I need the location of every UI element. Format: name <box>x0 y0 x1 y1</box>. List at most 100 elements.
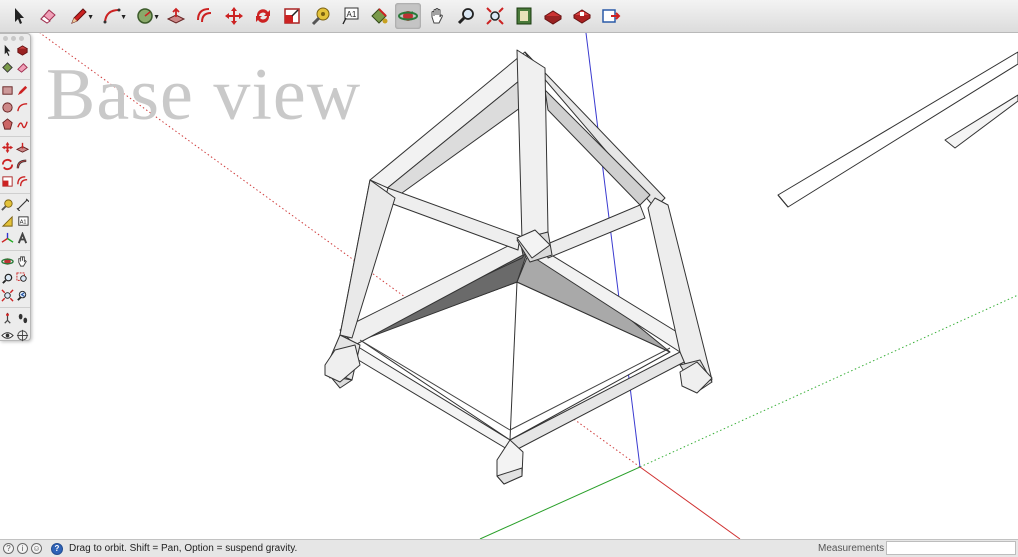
palette-rotate-tool[interactable] <box>0 156 15 172</box>
palette-arc-tool[interactable] <box>15 99 30 115</box>
move-icon <box>225 7 243 25</box>
arc-icon <box>103 8 121 24</box>
line-tool-button[interactable]: ▼ <box>64 3 94 29</box>
large-tool-set-palette: A1 <box>0 33 31 341</box>
text-tool-button[interactable]: A1 <box>337 3 363 29</box>
circle-icon <box>2 101 13 113</box>
pencil-icon <box>17 85 28 95</box>
status-bar: ? i ☺ ? Drag to orbit. Shift = Pan, Opti… <box>0 539 1018 557</box>
move-icon <box>1 141 14 153</box>
palette-previous-view-tool[interactable] <box>15 287 30 303</box>
palette-rectangle-tool[interactable] <box>0 82 15 98</box>
help-icon[interactable]: ? <box>51 542 63 555</box>
arc-tool-button[interactable]: ▼ <box>97 3 127 29</box>
palette-position-camera-tool[interactable] <box>0 310 15 326</box>
palette-title-bar[interactable] <box>0 34 30 42</box>
palette-freehand-tool[interactable] <box>15 116 30 132</box>
rectangle-icon <box>2 85 13 95</box>
zoom-tool-button[interactable] <box>453 3 479 29</box>
palette-paint-tool[interactable] <box>0 59 15 75</box>
palette-3d-text-tool[interactable] <box>15 230 30 246</box>
hand-icon <box>431 8 443 24</box>
palette-zoom-window-tool[interactable] <box>15 270 30 286</box>
select-tool-button[interactable] <box>6 3 32 29</box>
warehouse-tool-button[interactable] <box>511 3 537 29</box>
palette-text-tool-label: A1 <box>20 219 27 225</box>
palette-select-tool[interactable] <box>0 42 15 58</box>
credits-icon[interactable]: i <box>17 543 28 554</box>
orbit-tool-button[interactable] <box>395 3 421 29</box>
chevron-down-icon: ▼ <box>120 14 127 21</box>
palette-push-pull-tool[interactable] <box>15 139 30 155</box>
offset-icon <box>197 8 212 23</box>
freehand-icon <box>17 121 28 128</box>
watermark-title: Base view <box>46 54 362 136</box>
rotate-tool-button[interactable] <box>250 3 276 29</box>
share-model-tool-button[interactable] <box>540 3 566 29</box>
main-toolbar: ▼ ▼ ▼ A1 <box>0 0 1018 33</box>
move-tool-button[interactable] <box>221 3 247 29</box>
status-text: Drag to orbit. Shift = Pan, Option = sus… <box>69 543 298 554</box>
palette-make-component-tool[interactable] <box>15 42 30 58</box>
circle-icon <box>137 8 153 24</box>
section-plane-icon <box>16 329 29 341</box>
magnifier-icon <box>457 8 474 25</box>
shape-tool-button[interactable]: ▼ <box>130 3 160 29</box>
scale-tool-button[interactable] <box>279 3 305 29</box>
eye-icon <box>1 331 14 339</box>
measurements-input[interactable] <box>886 541 1016 555</box>
palette-pan-tool[interactable] <box>15 253 30 269</box>
arc-icon <box>17 102 28 111</box>
palette-tape-measure-tool[interactable] <box>0 196 15 212</box>
text-icon: A1 <box>342 7 359 25</box>
palette-zoom-extents-tool[interactable] <box>0 287 15 303</box>
palette-section-plane-tool[interactable] <box>15 327 30 343</box>
palette-scale-tool[interactable] <box>0 173 15 189</box>
scale-icon <box>2 175 13 187</box>
pan-tool-button[interactable] <box>424 3 450 29</box>
extension-warehouse-tool-button[interactable] <box>569 3 595 29</box>
palette-offset-tool[interactable] <box>15 173 30 189</box>
polygon-icon <box>2 117 13 130</box>
push-pull-icon <box>166 7 186 24</box>
offset-icon <box>17 175 28 186</box>
zoom-extents-icon <box>1 288 14 302</box>
red-axis <box>639 466 741 539</box>
palette-orbit-tool[interactable] <box>0 253 15 269</box>
palette-line-tool[interactable] <box>15 82 30 98</box>
palette-text-tool[interactable]: A1 <box>15 213 30 229</box>
base-frame <box>324 49 713 485</box>
palette-walk-tool[interactable] <box>15 310 30 326</box>
palette-move-tool[interactable] <box>0 139 15 155</box>
palette-zoom-tool[interactable] <box>0 270 15 286</box>
follow-me-icon <box>16 159 27 168</box>
3d-text-icon <box>17 231 28 243</box>
paint-bucket-icon <box>2 61 13 73</box>
tape-measure-tool-button[interactable] <box>308 3 334 29</box>
geo-location-icon[interactable]: ? <box>3 543 14 554</box>
send-to-layout-tool-button[interactable] <box>598 3 624 29</box>
extension-warehouse-icon <box>573 9 591 24</box>
user-icon[interactable]: ☺ <box>31 543 42 554</box>
palette-dimension-tool[interactable] <box>15 196 30 212</box>
camera-position-icon <box>4 312 11 324</box>
protractor-icon <box>1 215 13 227</box>
palette-protractor-tool[interactable] <box>0 213 15 229</box>
palette-axes-tool[interactable] <box>0 230 15 246</box>
push-pull-tool-button[interactable] <box>163 3 189 29</box>
palette-eraser-tool[interactable] <box>15 59 30 75</box>
scale-icon <box>284 8 300 24</box>
palette-follow-me-tool[interactable] <box>15 156 30 172</box>
palette-circle-tool[interactable] <box>0 99 15 115</box>
sketchup-window: ▼ ▼ ▼ A1 Base view A1 ? i ☺ ? Drag to or… <box>0 0 1018 557</box>
tape-measure-icon <box>311 7 330 26</box>
eraser-tool-button[interactable] <box>35 3 61 29</box>
previous-view-icon <box>17 290 27 301</box>
offset-tool-button[interactable] <box>192 3 218 29</box>
model-viewport[interactable]: Base view A1 <box>0 33 1018 539</box>
arrow-icon <box>15 8 24 24</box>
palette-look-around-tool[interactable] <box>0 327 15 343</box>
zoom-extents-tool-button[interactable] <box>482 3 508 29</box>
paint-bucket-tool-button[interactable] <box>366 3 392 29</box>
palette-polygon-tool[interactable] <box>0 116 15 132</box>
